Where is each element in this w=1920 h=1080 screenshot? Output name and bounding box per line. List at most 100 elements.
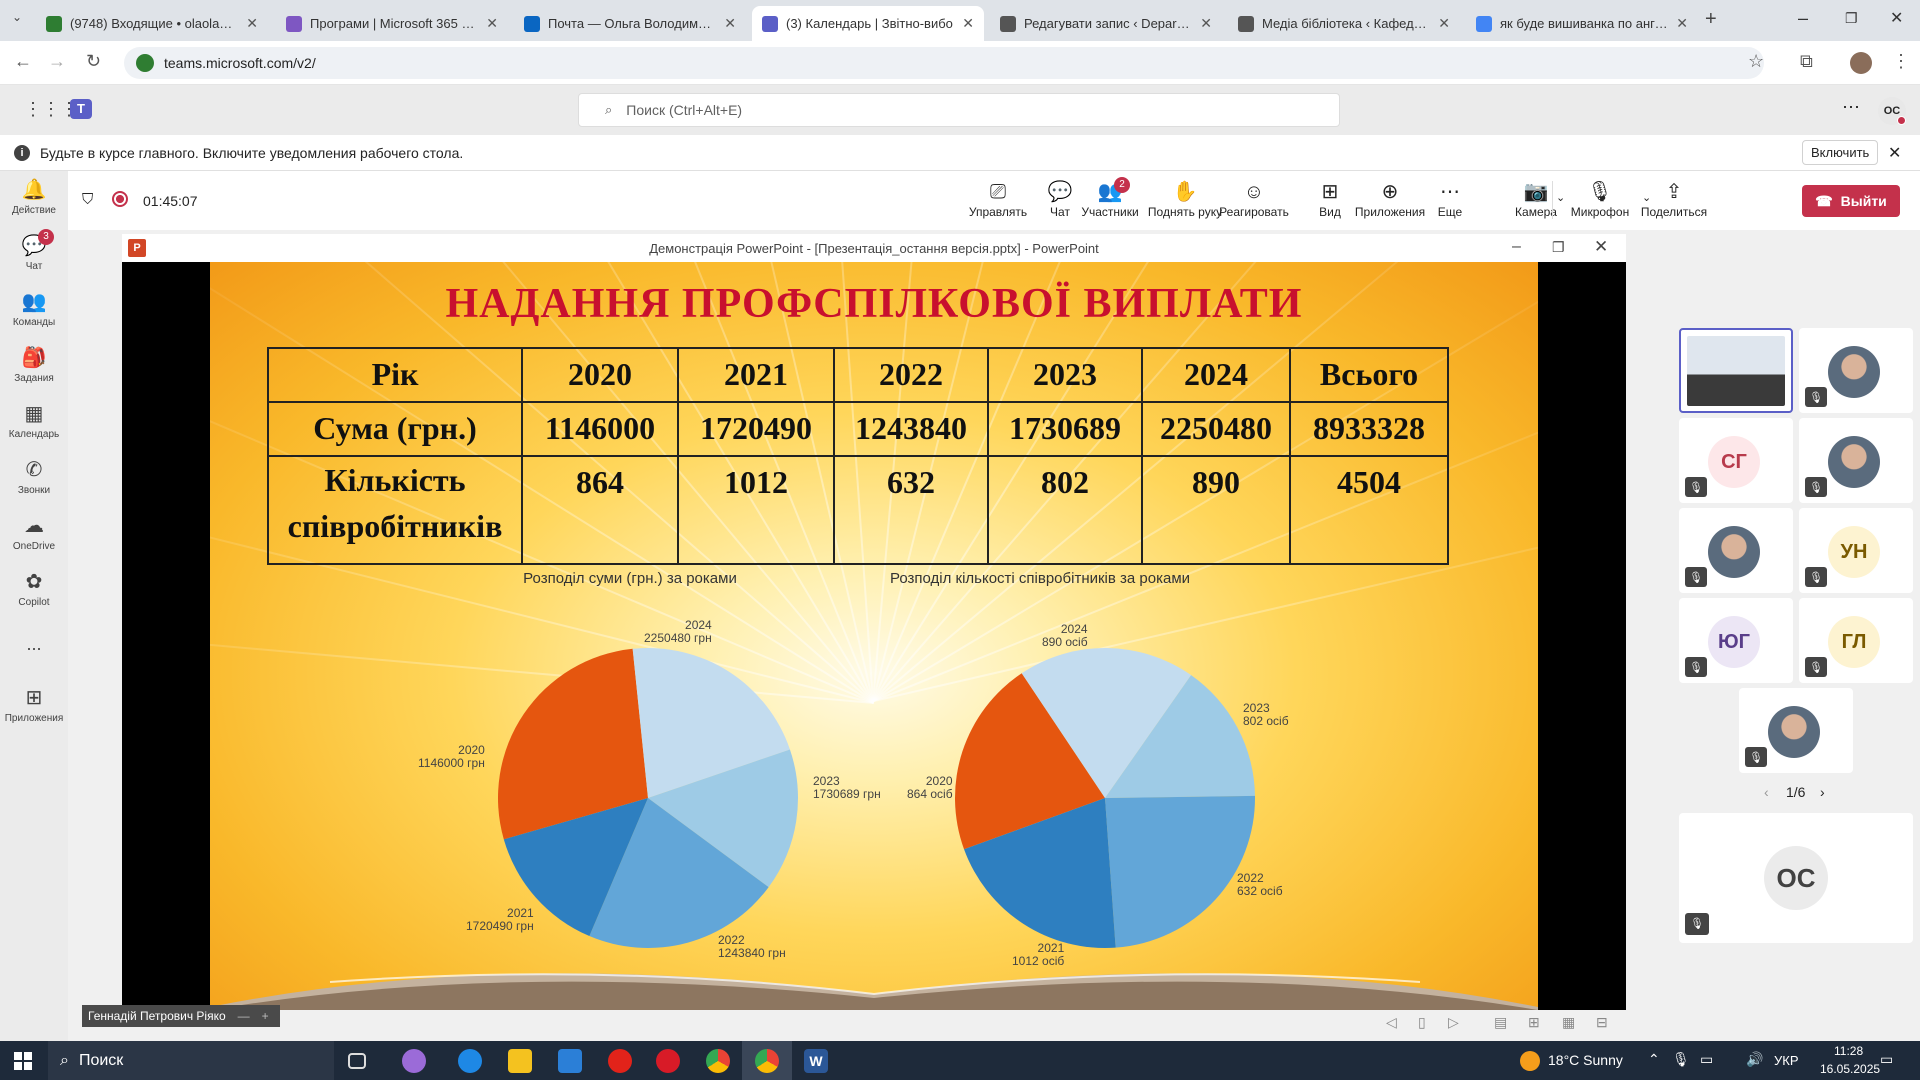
browser-tab[interactable]: Почта — Ольга Володимирівн ✕	[514, 6, 746, 41]
gallery-prev-icon[interactable]: ‹	[1764, 784, 1769, 800]
reading-view-icon[interactable]: ▦	[1562, 1014, 1575, 1031]
tab-close-icon[interactable]: ✕	[724, 15, 736, 32]
sorter-view-icon[interactable]: ⊞	[1528, 1014, 1540, 1031]
participant-tile[interactable]: 🎙	[1799, 328, 1913, 413]
tab-close-icon[interactable]: ✕	[962, 15, 974, 32]
participant-tile[interactable]: 🎙	[1739, 688, 1853, 773]
control-hand[interactable]: ✋ Поднять руку	[1144, 179, 1226, 219]
browser-menu-icon[interactable]: ⋮	[1892, 51, 1910, 72]
rail-item-cloud[interactable]: ☁ OneDrive	[0, 513, 68, 552]
mic-options-chevron-icon[interactable]: ⌄	[1642, 191, 1651, 204]
store-icon[interactable]	[558, 1049, 582, 1073]
participant-tile[interactable]: ЮГ 🎙	[1679, 598, 1793, 683]
control-more[interactable]: ⋯ Еще	[1430, 179, 1470, 219]
control-chat[interactable]: 💬 Чат	[1040, 179, 1080, 219]
browser-tab[interactable]: Програми | Microsoft 365 Copi ✕	[276, 6, 508, 41]
tray-chevron-icon[interactable]: ⌃	[1648, 1051, 1660, 1068]
rail-item-calendar[interactable]: ▦ Календарь	[0, 401, 68, 440]
ppt-minimize-icon[interactable]: –	[1512, 238, 1521, 256]
tray-volume-icon[interactable]: 🔊	[1746, 1051, 1763, 1068]
ppt-close-icon[interactable]: ✕	[1594, 237, 1608, 257]
rail-item-chat[interactable]: 💬 Чат 3	[0, 229, 68, 272]
control-people[interactable]: 👥 Участники 2	[1080, 177, 1140, 219]
browser-tab[interactable]: (9748) Входящие • olaolaola@ ✕	[36, 6, 268, 41]
file-explorer-icon[interactable]	[508, 1049, 532, 1073]
tab-close-icon[interactable]: ✕	[1676, 15, 1688, 32]
participant-tile[interactable]: УН 🎙	[1799, 508, 1913, 593]
browser-tab[interactable]: як буде вишиванка по англ - ✕	[1466, 6, 1698, 41]
new-tab-icon[interactable]: +	[1705, 8, 1717, 31]
clock-date[interactable]: 16.05.2025	[1820, 1062, 1880, 1076]
tab-close-icon[interactable]: ✕	[246, 15, 258, 32]
browser-tab[interactable]: Редагувати запис ‹ Departmen ✕	[990, 6, 1222, 41]
rail-item-apps[interactable]: ⊞ Приложения	[0, 685, 68, 724]
site-info-icon[interactable]	[136, 54, 154, 72]
slide-panel-icon[interactable]: ▯	[1418, 1014, 1426, 1031]
control-share-control[interactable]: ⎚ Управлять	[960, 179, 1036, 219]
enable-notifications-button[interactable]: Включить	[1802, 140, 1879, 165]
browser-tab[interactable]: (3) Календарь | Звітно-вибо ✕	[752, 6, 984, 41]
chrome-icon[interactable]	[706, 1049, 730, 1073]
profile-avatar-icon[interactable]	[1850, 52, 1872, 74]
reload-icon[interactable]: ↻	[86, 51, 101, 72]
gallery-next-icon[interactable]: ›	[1820, 784, 1825, 800]
close-window-icon[interactable]: ✕	[1890, 8, 1903, 28]
rail-item-phone[interactable]: ✆ Звонки	[0, 457, 68, 496]
control-add-app[interactable]: ⊕ Приложения	[1350, 179, 1430, 219]
clock-time[interactable]: 11:28	[1834, 1044, 1863, 1058]
tab-close-icon[interactable]: ✕	[1200, 15, 1212, 32]
notifications-center-icon[interactable]: ▭	[1880, 1051, 1893, 1068]
windows-start-icon[interactable]	[14, 1052, 32, 1070]
rail-item-more[interactable]: ...	[0, 631, 68, 655]
url-field[interactable]: teams.microsoft.com/v2/	[124, 47, 1764, 79]
participant-tile[interactable]	[1679, 328, 1793, 413]
tray-mic-icon[interactable]: 🎙	[1672, 1051, 1690, 1068]
prev-slide-icon[interactable]: ◁	[1386, 1014, 1397, 1031]
taskbar-search[interactable]: ⌕ Поиск	[48, 1041, 334, 1080]
control-emoji[interactable]: ☺ Реагировать	[1218, 179, 1290, 219]
control-mic-off[interactable]: 🎙 Микрофон	[1570, 179, 1630, 219]
task-view-icon[interactable]	[348, 1053, 366, 1069]
search-input[interactable]: ⌕ Поиск (Ctrl+Alt+E)	[578, 93, 1340, 127]
participant-tile[interactable]: 🎙	[1679, 508, 1793, 593]
slideshow-view-icon[interactable]: ⊟	[1596, 1014, 1608, 1031]
opera-icon[interactable]	[656, 1049, 680, 1073]
weather-text[interactable]: 18°C Sunny	[1548, 1052, 1623, 1068]
copilot-app-icon[interactable]	[402, 1049, 426, 1073]
settings-more-icon[interactable]: ⋯	[1842, 97, 1860, 118]
rail-item-copilot[interactable]: ✿ Copilot	[0, 569, 68, 608]
participant-tile[interactable]: ГЛ 🎙	[1799, 598, 1913, 683]
close-banner-icon[interactable]: ✕	[1888, 143, 1901, 163]
self-view-tile[interactable]: ОС 🎙	[1679, 813, 1913, 943]
participant-tile[interactable]: 🎙	[1799, 418, 1913, 503]
rail-item-teams[interactable]: 👥 Команды	[0, 289, 68, 328]
chrome-active-icon[interactable]	[755, 1049, 779, 1073]
control-grid[interactable]: ⊞ Вид	[1306, 179, 1354, 219]
forward-icon[interactable]: →	[48, 51, 66, 72]
yandex-icon[interactable]	[608, 1049, 632, 1073]
restore-icon[interactable]: ❐	[1845, 10, 1858, 27]
tab-search-chevron-icon[interactable]: ⌄	[12, 10, 22, 24]
rail-item-bell[interactable]: 🔔 Действие	[0, 177, 68, 216]
tab-title: Медіа бібліотека ‹ Кафедра "	[1262, 16, 1431, 31]
participant-tile[interactable]: СГ 🎙	[1679, 418, 1793, 503]
tab-close-icon[interactable]: ✕	[1438, 15, 1450, 32]
rail-item-assignments[interactable]: 🎒 Задания	[0, 345, 68, 384]
back-icon[interactable]: ←	[14, 51, 32, 72]
word-icon[interactable]: W	[804, 1049, 828, 1073]
minimize-icon[interactable]: –	[1798, 8, 1808, 29]
normal-view-icon[interactable]: ▤	[1494, 1014, 1507, 1031]
tab-close-icon[interactable]: ✕	[486, 15, 498, 32]
bookmark-star-icon[interactable]: ☆	[1748, 51, 1764, 72]
next-slide-icon[interactable]: ▷	[1448, 1014, 1459, 1031]
browser-tab[interactable]: Медіа бібліотека ‹ Кафедра " ✕	[1228, 6, 1460, 41]
edge-icon[interactable]	[458, 1049, 482, 1073]
leave-button[interactable]: ☎ Выйти	[1802, 185, 1900, 217]
extensions-icon[interactable]: ⧉	[1800, 51, 1813, 72]
name-tag-dash-icon[interactable]: —	[238, 1009, 250, 1023]
tray-network-icon[interactable]: ▭	[1700, 1051, 1713, 1068]
name-tag-add-icon[interactable]: +	[262, 1009, 269, 1023]
camera-options-chevron-icon[interactable]: ⌄	[1556, 191, 1565, 204]
ppt-restore-icon[interactable]: ❐	[1552, 239, 1565, 256]
language-indicator[interactable]: УКР	[1774, 1053, 1799, 1068]
